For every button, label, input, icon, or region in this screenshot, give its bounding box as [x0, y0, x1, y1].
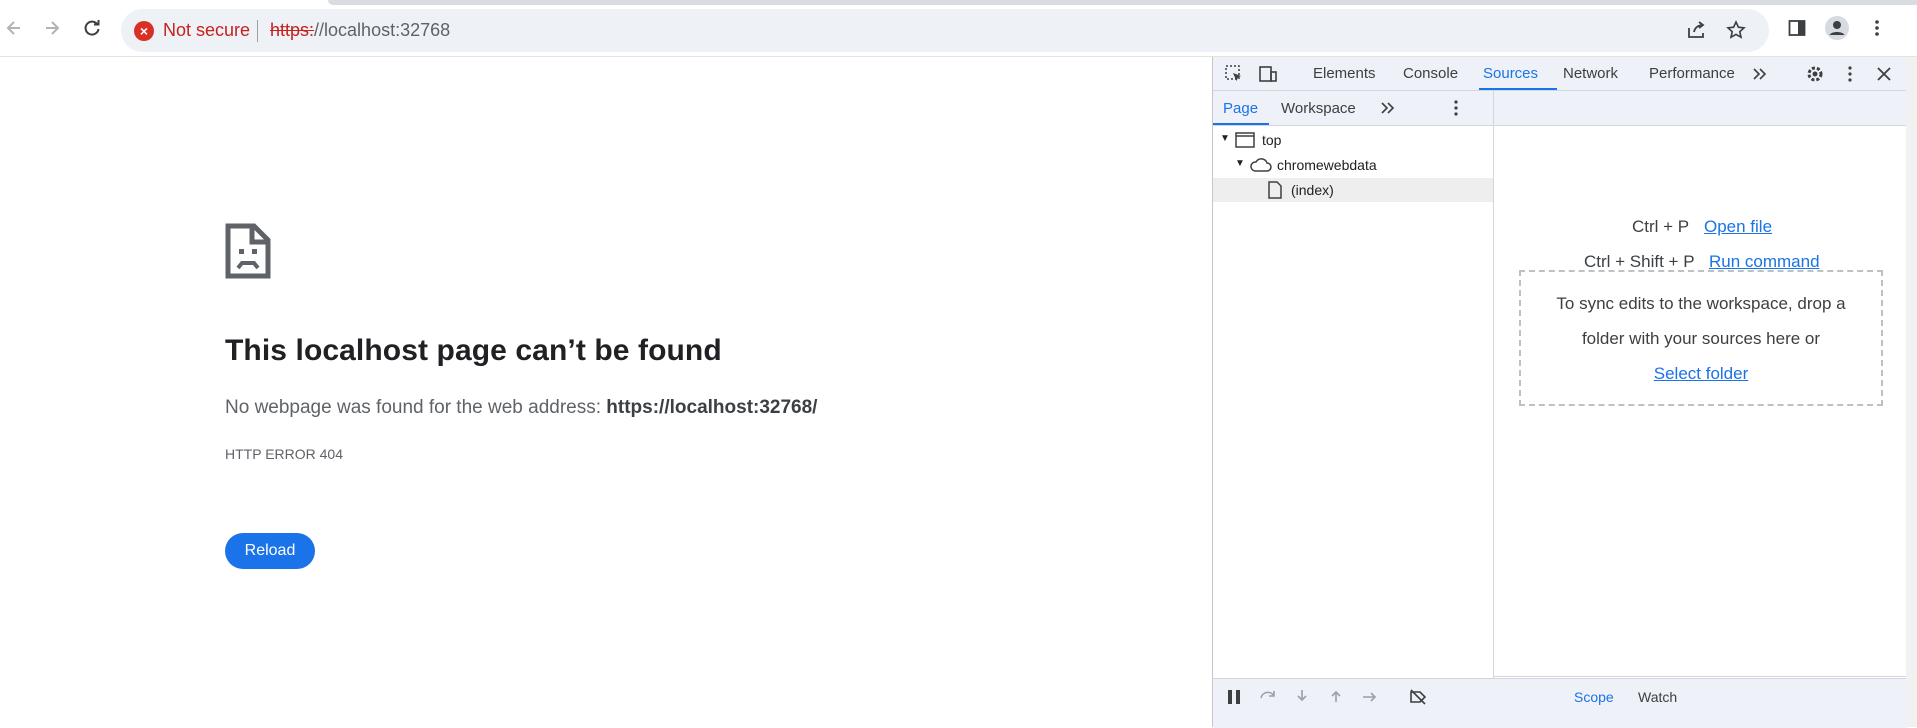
open-file-link[interactable]: Open file	[1704, 217, 1772, 237]
back-button[interactable]	[0, 14, 28, 42]
tab-strip-edge	[328, 0, 1917, 5]
tree-item-top[interactable]: ▼ top	[1213, 128, 1493, 152]
pause-icon[interactable]	[1225, 688, 1243, 706]
page-content: This localhost page can’t be found No we…	[0, 57, 1212, 727]
drop-zone-message: To sync edits to the workspace, drop a f…	[1556, 294, 1846, 348]
shortcut-keys-open-file: Ctrl + P	[1632, 217, 1690, 236]
omnibox-divider	[257, 20, 258, 42]
not-secure-icon[interactable]: ×	[134, 21, 154, 41]
devtools-tabbar: Elements Console Sources Network Perform…	[1213, 57, 1907, 91]
url-host: //localhost:32768	[314, 20, 451, 40]
tab-elements[interactable]: Elements	[1313, 65, 1376, 82]
device-toolbar-button[interactable]	[1257, 63, 1279, 85]
kebab-icon	[1454, 100, 1458, 116]
error-url: https://localhost:32768/	[606, 397, 818, 418]
deactivate-breakpoints-icon[interactable]	[1409, 688, 1427, 706]
tree-label: top	[1262, 132, 1282, 148]
share-button[interactable]	[1681, 15, 1711, 45]
bookmark-button[interactable]	[1721, 15, 1751, 45]
navigator-active-indicator	[1213, 123, 1269, 125]
expand-arrow-icon: ▼	[1235, 158, 1245, 169]
active-tab-indicator	[1479, 88, 1557, 90]
browser-toolbar: × Not secure https://localhost:32768	[0, 0, 1917, 57]
menu-icon	[1875, 20, 1879, 36]
error-code: HTTP ERROR 404	[225, 446, 343, 462]
tab-scope[interactable]: Scope	[1574, 689, 1614, 705]
file-icon	[1268, 181, 1282, 199]
editor-footer-divider	[1494, 676, 1907, 677]
step-into-icon[interactable]	[1293, 688, 1311, 706]
close-devtools-button[interactable]	[1873, 63, 1895, 85]
chevron-double-right-icon	[1753, 68, 1767, 80]
reload-page-button[interactable]: Reload	[225, 533, 315, 569]
navigator-more-tabs-button[interactable]	[1377, 97, 1399, 119]
step-over-icon[interactable]	[1259, 688, 1277, 706]
star-icon	[1726, 20, 1746, 39]
editor-tabbar	[1494, 91, 1907, 126]
workspace-drop-zone[interactable]: To sync edits to the workspace, drop a f…	[1519, 270, 1883, 406]
close-icon	[1877, 67, 1891, 81]
select-folder-link[interactable]: Select folder	[1539, 356, 1863, 391]
step-out-icon[interactable]	[1327, 688, 1345, 706]
browser-menu-button[interactable]	[1862, 13, 1892, 43]
address-bar[interactable]: × Not secure https://localhost:32768	[121, 9, 1769, 52]
frame-icon	[1235, 132, 1255, 148]
kebab-icon	[1848, 66, 1852, 82]
tree-label: chromewebdata	[1277, 157, 1377, 173]
gear-icon	[1807, 66, 1823, 82]
sad-file-icon	[225, 223, 271, 279]
drop-zone-text: To sync edits to the workspace, drop a f…	[1539, 286, 1863, 391]
navigator-menu-button[interactable]	[1445, 97, 1467, 119]
error-description: No webpage was found for the web address…	[225, 397, 817, 419]
devtools-scrollbar[interactable]	[1906, 57, 1917, 727]
error-description-text: No webpage was found for the web address…	[225, 397, 602, 418]
url-text[interactable]: https://localhost:32768	[270, 20, 450, 41]
run-command-link[interactable]: Run command	[1709, 252, 1820, 272]
tab-performance[interactable]: Performance	[1649, 65, 1735, 82]
expand-arrow-icon: ▼	[1220, 133, 1230, 144]
step-icon[interactable]	[1361, 688, 1379, 706]
security-label[interactable]: Not secure	[163, 20, 250, 41]
back-icon	[6, 21, 20, 35]
tab-sources[interactable]: Sources	[1483, 65, 1538, 82]
cloud-icon	[1250, 158, 1272, 172]
inspect-icon	[1225, 65, 1241, 81]
forward-icon	[46, 21, 60, 35]
tab-watch[interactable]: Watch	[1638, 689, 1677, 705]
devtools-menu-button[interactable]	[1839, 63, 1861, 85]
side-panel-button[interactable]	[1782, 13, 1812, 43]
device-icon	[1259, 66, 1277, 82]
forward-button[interactable]	[38, 14, 66, 42]
tree-item-index[interactable]: (index)	[1213, 178, 1493, 202]
profile-icon	[1825, 16, 1849, 40]
more-tabs-button[interactable]	[1749, 63, 1771, 85]
shortcut-keys-run-command: Ctrl + Shift + P	[1584, 252, 1695, 271]
chevron-double-right-icon	[1381, 102, 1395, 114]
sources-editor: Ctrl + P Open file Ctrl + Shift + P Run …	[1494, 91, 1907, 727]
tab-workspace[interactable]: Workspace	[1281, 100, 1356, 117]
navigator-tabbar: Page Workspace	[1213, 91, 1525, 126]
profile-button[interactable]	[1822, 13, 1852, 43]
url-scheme: https:	[270, 20, 315, 40]
tree-label: (index)	[1291, 182, 1334, 198]
share-icon	[1688, 21, 1705, 38]
reload-button[interactable]	[78, 14, 106, 42]
inspect-element-button[interactable]	[1223, 63, 1245, 85]
side-panel-icon	[1788, 20, 1806, 36]
error-title: This localhost page can’t be found	[225, 334, 722, 367]
sources-navigator: Page Workspace ▼ top ▼ chromewebdata (in…	[1213, 91, 1525, 727]
reload-icon	[84, 20, 100, 36]
debugger-toolbar: Scope Watch	[1213, 678, 1907, 728]
tab-page[interactable]: Page	[1223, 100, 1258, 117]
devtools-settings-button[interactable]	[1804, 63, 1826, 85]
devtools-panel: Elements Console Sources Network Perform…	[1212, 57, 1907, 728]
tree-item-chromewebdata[interactable]: ▼ chromewebdata	[1213, 153, 1493, 177]
tab-network[interactable]: Network	[1563, 65, 1618, 82]
tab-console[interactable]: Console	[1403, 65, 1458, 82]
